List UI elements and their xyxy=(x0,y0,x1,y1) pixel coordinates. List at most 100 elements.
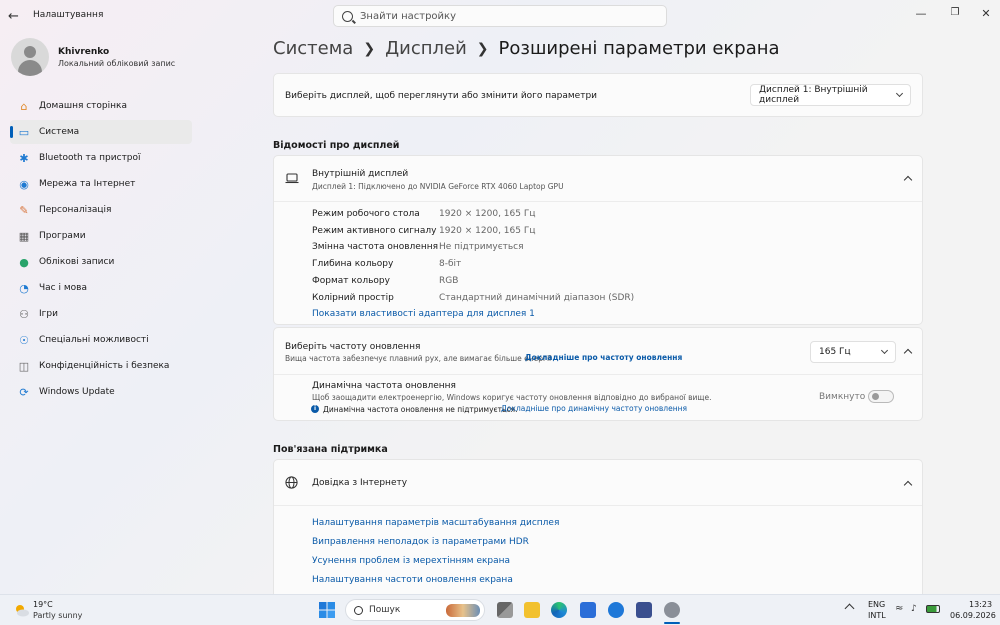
chevron-right-icon: ❯ xyxy=(363,40,376,57)
info-icon: i xyxy=(311,405,319,413)
file-explorer-icon[interactable] xyxy=(524,602,540,618)
sidebar-item-label: Час і мова xyxy=(39,283,87,293)
sidebar-item-10[interactable]: ◫ Конфіденційність і безпека xyxy=(10,354,192,378)
taskbar-search-label: Пошук xyxy=(369,605,401,615)
support-link-2[interactable]: Усунення проблем із мерехтінням екрана xyxy=(312,556,510,566)
sidebar-item-9[interactable]: ☉ Спеціальні можливості xyxy=(10,328,192,352)
info-row-key: Режим робочого стола xyxy=(312,209,420,219)
active-app-indicator xyxy=(664,622,680,624)
apps-icon: ▦ xyxy=(18,229,30,243)
display-info-card: Внутрішній дисплей Дисплей 1: Підключено… xyxy=(273,155,923,325)
sidebar-item-5[interactable]: ▦ Програми xyxy=(10,224,192,248)
support-link-1[interactable]: Виправлення неполадок із параметрами HDR xyxy=(312,537,529,547)
display-name: Внутрішній дисплей xyxy=(312,169,409,179)
search-highlight-icon xyxy=(446,604,480,617)
info-row-value: 1920 × 1200, 165 Гц xyxy=(439,225,536,236)
search-box[interactable]: Знайти настройку xyxy=(333,5,667,27)
sidebar-item-3[interactable]: ◉ Мережа та Інтернет xyxy=(10,172,192,196)
display-dropdown-value: Дисплей 1: Внутрішній дисплей xyxy=(759,85,868,105)
chevron-up-icon[interactable] xyxy=(903,480,913,490)
task-view-icon[interactable] xyxy=(497,602,513,618)
maximize-icon[interactable]: ❐ xyxy=(948,7,962,18)
info-row-key: Змінна частота оновлення xyxy=(312,242,439,253)
title-bar: ← Налаштування Знайти настройку — ❐ ✕ xyxy=(0,0,1000,32)
app-icon[interactable] xyxy=(636,602,652,618)
info-row-key: Формат кольору xyxy=(312,275,390,286)
clock-date[interactable]: 06.09.2026 xyxy=(950,611,996,620)
dynamic-refresh-link[interactable]: Докладніше про динамічну частоту оновлен… xyxy=(501,404,687,413)
info-row-value: RGB xyxy=(439,275,459,286)
refresh-more-link[interactable]: Докладніше про частоту оновлення xyxy=(525,353,682,362)
back-arrow-icon[interactable]: ← xyxy=(8,9,19,24)
sidebar-item-4[interactable]: ✎ Персоналізація xyxy=(10,198,192,222)
refresh-rate-desc: Вища частота забезпечує плавний рух, але… xyxy=(285,354,552,363)
lang-layout[interactable]: INTL xyxy=(868,611,886,620)
weather-temp: 19°C xyxy=(33,600,53,609)
sidebar-item-1[interactable]: ▭ Система xyxy=(10,120,192,144)
sidebar-item-0[interactable]: ⌂ Домашня сторінка xyxy=(10,94,192,118)
breadcrumb-display[interactable]: Дисплей xyxy=(385,38,467,59)
sidebar-item-8[interactable]: ⚇ Ігри xyxy=(10,302,192,326)
sidebar-item-6[interactable]: ● Облікові записи xyxy=(10,250,192,274)
globe-icon xyxy=(285,476,298,489)
support-title: Довідка з Інтернету xyxy=(312,478,408,488)
taskbar: 19°C Partly sunny Пошук ENG INTL ≈ ♪ 13:… xyxy=(0,594,1000,625)
taskbar-search[interactable]: Пошук xyxy=(345,599,485,621)
sidebar-item-label: Персоналізація xyxy=(39,205,112,215)
time-language-icon: ◔ xyxy=(19,281,29,295)
dynamic-refresh-toggle[interactable] xyxy=(868,390,894,403)
lang-code[interactable]: ENG xyxy=(868,600,885,609)
volume-icon[interactable]: ♪ xyxy=(911,604,917,614)
toggle-state-label: Вимкнуто xyxy=(819,392,866,402)
dynamic-refresh-note: Динамічна частота оновлення не підтримує… xyxy=(323,405,518,414)
display-select-label: Виберіть дисплей, щоб переглянути або зм… xyxy=(285,91,598,101)
close-icon[interactable]: ✕ xyxy=(979,7,993,20)
chevron-up-icon[interactable] xyxy=(903,175,913,185)
sidebar-item-label: Мережа та Інтернет xyxy=(39,179,136,189)
chevron-up-icon[interactable] xyxy=(903,348,913,358)
sidebar-item-11[interactable]: ⟳ Windows Update xyxy=(10,380,192,404)
page-title: Розширені параметри екрана xyxy=(498,38,780,59)
breadcrumb-system[interactable]: Система xyxy=(273,38,353,59)
laptop-icon xyxy=(285,173,299,184)
user-profile[interactable]: Khivrenko Локальний обліковий запис xyxy=(11,38,175,76)
wifi-icon[interactable]: ≈ xyxy=(895,603,903,614)
shield-icon: ◫ xyxy=(18,359,30,373)
clock-time[interactable]: 13:23 xyxy=(969,600,992,609)
display-info-heading: Відомості про дисплей xyxy=(273,140,400,151)
refresh-rate-card: Виберіть частоту оновлення Вища частота … xyxy=(273,327,923,421)
sidebar-item-label: Bluetooth та пристрої xyxy=(39,153,141,163)
sidebar-item-7[interactable]: ◔ Час і мова xyxy=(10,276,192,300)
breadcrumb: Система ❯ Дисплей ❯ Розширені параметри … xyxy=(273,38,780,59)
display-dropdown[interactable]: Дисплей 1: Внутрішній дисплей xyxy=(750,84,911,106)
display-info-header[interactable]: Внутрішній дисплей Дисплей 1: Підключено… xyxy=(274,156,922,201)
refresh-rate-dropdown[interactable]: 165 Гц xyxy=(810,341,896,363)
support-header[interactable]: Довідка з Інтернету xyxy=(274,460,922,505)
support-link-0[interactable]: Налаштування параметрів масштабування ди… xyxy=(312,518,559,528)
info-row-value: 8-біт xyxy=(439,259,462,270)
minimize-icon[interactable]: — xyxy=(914,7,928,20)
adapter-properties-link[interactable]: Показати властивості адаптера для диспле… xyxy=(312,309,535,319)
sidebar-item-2[interactable]: ✱ Bluetooth та пристрої xyxy=(10,146,192,170)
windows-start-icon[interactable] xyxy=(319,602,335,618)
sidebar-nav: ⌂ Домашня сторінка ▭ Система ✱ Bluetooth та п… xyxy=(10,94,192,406)
sidebar-item-label: Домашня сторінка xyxy=(39,101,127,111)
refresh-rate-value: 165 Гц xyxy=(819,347,851,357)
store-icon[interactable] xyxy=(580,602,596,618)
settings-gear-icon[interactable] xyxy=(664,602,680,618)
home-icon: ⌂ xyxy=(20,99,28,113)
weather-sun-icon[interactable] xyxy=(12,601,30,619)
chevron-up-icon[interactable] xyxy=(844,603,855,614)
info-row-value: Стандартний динамічний діапазон (SDR) xyxy=(439,292,635,303)
support-heading: Пов'язана підтримка xyxy=(273,444,388,455)
copilot-icon[interactable] xyxy=(608,602,624,618)
search-placeholder: Знайти настройку xyxy=(360,10,456,22)
edge-browser-icon[interactable] xyxy=(551,602,567,618)
sidebar-item-label: Система xyxy=(39,127,80,137)
info-row-key: Глибина кольору xyxy=(312,259,394,270)
support-link-3[interactable]: Налаштування частоти оновлення екрана xyxy=(312,575,513,585)
gaming-icon: ⚇ xyxy=(19,307,29,321)
sidebar-item-label: Ігри xyxy=(39,309,58,319)
battery-icon[interactable] xyxy=(926,605,940,613)
accessibility-icon: ☉ xyxy=(19,333,29,347)
